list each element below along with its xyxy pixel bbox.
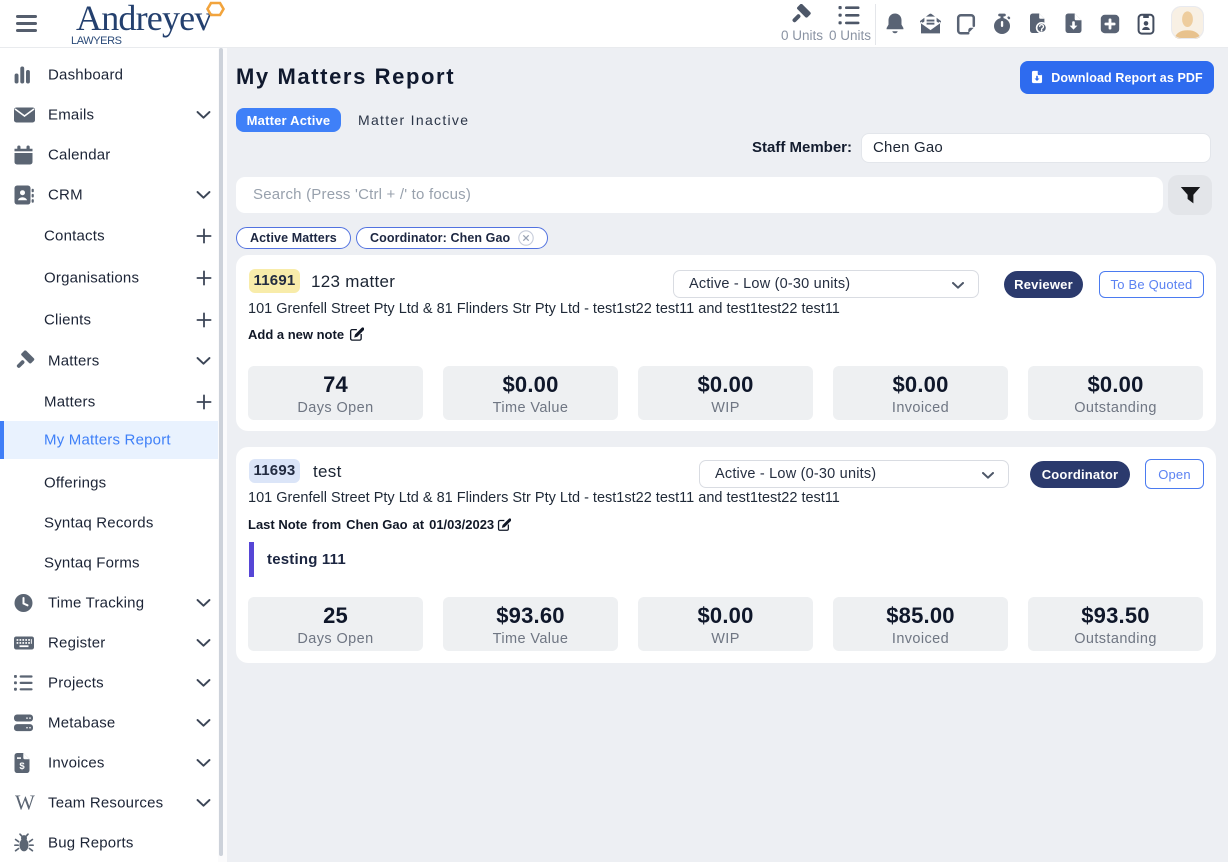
svg-text:$: $ — [19, 761, 25, 772]
